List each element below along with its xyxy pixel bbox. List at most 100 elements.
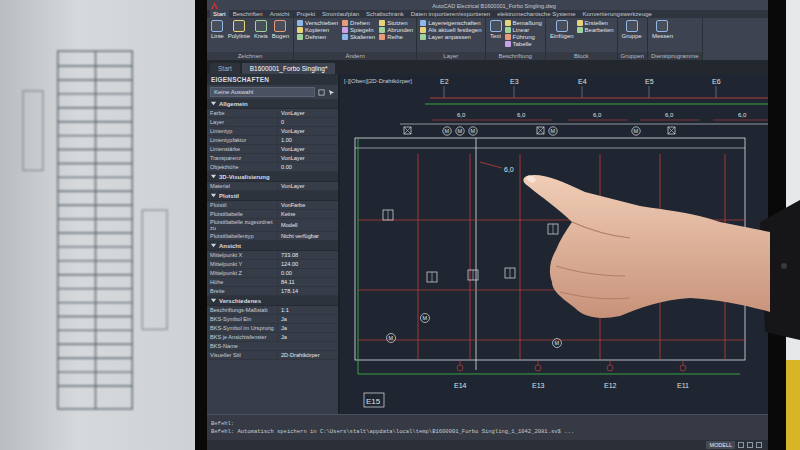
property-value[interactable]: 0.00 — [277, 270, 338, 276]
property-row[interactable]: BKS je AnsichtsfensterJa — [207, 333, 338, 342]
chevron-icon[interactable] — [210, 173, 217, 180]
property-row[interactable]: Layer0 — [207, 118, 338, 127]
panel-label[interactable]: Layer — [417, 52, 484, 60]
property-row[interactable]: Höhe84.11 — [207, 278, 338, 287]
property-row[interactable]: FarbeVonLayer — [207, 109, 338, 118]
ribbon-tool[interactable]: Kreis — [253, 20, 269, 39]
motor-symbol[interactable]: M — [387, 334, 396, 343]
ribbon-tool[interactable]: Stutzen — [379, 20, 413, 26]
property-value[interactable]: VonLayer — [277, 146, 338, 152]
document-tab[interactable]: B1600001_Forbo Singling* — [242, 63, 336, 74]
motor-symbol[interactable]: M — [421, 314, 430, 323]
ribbon-tab[interactable]: Daten importieren/exportieren — [408, 10, 493, 18]
viewport-label[interactable]: [-][Oben][2D-Drahtkörper] — [344, 78, 412, 84]
ribbon-tool[interactable]: Tabelle — [505, 41, 542, 47]
chevron-icon[interactable] — [210, 242, 217, 249]
ribbon-tool[interactable]: Bearbeiten — [577, 27, 614, 33]
ribbon-tool[interactable]: Abrunden — [379, 27, 413, 33]
section-header[interactable]: Ansicht — [207, 241, 338, 251]
ribbon-tool[interactable]: Bemaßung — [505, 20, 542, 26]
ribbon-tab[interactable]: Ansicht — [267, 10, 293, 18]
property-row[interactable]: LinientypVonLayer — [207, 127, 338, 136]
property-value[interactable]: 124.00 — [277, 261, 338, 267]
ribbon-tool[interactable]: Reihe — [379, 34, 413, 40]
ribbon-tool[interactable]: Gruppe — [621, 20, 643, 39]
chevron-icon[interactable] — [210, 100, 217, 107]
ribbon-tab[interactable]: Schaltschrank — [363, 10, 407, 18]
ribbon-tool[interactable]: Layer anpassen — [420, 34, 481, 40]
property-row[interactable]: BKS-Symbol im UrsprungJa — [207, 324, 338, 333]
panel-label[interactable]: Dienstprogramme — [648, 52, 702, 60]
ribbon-tool[interactable]: Bogen — [271, 20, 290, 39]
ribbon-tab[interactable]: Konvertierungswerkzeuge — [580, 10, 655, 18]
panel-label[interactable]: Ändern — [294, 52, 416, 60]
motor-symbol[interactable]: M — [456, 127, 464, 135]
chevron-icon[interactable] — [210, 192, 217, 199]
property-row[interactable]: Mittelpunkt X733.08 — [207, 251, 338, 260]
ribbon-tool[interactable]: Layereigenschaften — [420, 20, 481, 26]
ribbon-tool[interactable]: Führung — [505, 34, 542, 40]
ribbon-tool[interactable]: Einfügen — [549, 20, 575, 39]
property-row[interactable]: Mittelpunkt Z0.00 — [207, 269, 338, 278]
device-symbol[interactable] — [537, 127, 544, 134]
ribbon-tool[interactable]: Linear — [505, 27, 542, 33]
ribbon-tool[interactable]: Als aktuell festlegen — [420, 27, 481, 33]
ribbon-tool[interactable]: Drehen — [342, 20, 375, 26]
device-symbol[interactable] — [548, 224, 558, 234]
property-value[interactable]: 2D-Drahtkörper — [277, 352, 338, 358]
motor-symbol[interactable]: M — [549, 127, 557, 135]
property-value[interactable]: VonFarbe — [277, 202, 338, 208]
ribbon-tool[interactable]: Linie — [210, 20, 225, 39]
ribbon-tool[interactable]: Erstellen — [577, 20, 614, 26]
drawing-canvas[interactable]: [-][Oben][2D-Drahtkörper]E2E3E4E5E66,06,… — [340, 74, 768, 414]
property-row[interactable]: TransparenzVonLayer — [207, 154, 338, 163]
ribbon-tool[interactable]: Spiegeln — [342, 27, 375, 33]
app-logo-icon[interactable] — [211, 2, 218, 9]
ribbon-tab[interactable]: Stromlaufplan — [319, 10, 362, 18]
panel-label[interactable]: Beschriftung — [486, 52, 545, 60]
property-value[interactable]: VonLayer — [277, 128, 338, 134]
property-value[interactable]: Modell — [277, 222, 338, 228]
property-value[interactable]: 0 — [277, 119, 338, 125]
device-symbol[interactable] — [505, 268, 515, 278]
section-header[interactable]: Allgemein — [207, 99, 338, 109]
panel-label[interactable]: Zeichnen — [207, 52, 293, 60]
section-header[interactable]: Verschiedenes — [207, 296, 338, 306]
chevron-icon[interactable] — [210, 297, 217, 304]
property-value[interactable]: VonLayer — [277, 183, 338, 189]
property-row[interactable]: Breite178.14 — [207, 287, 338, 296]
property-value[interactable]: 1.00 — [277, 137, 338, 143]
property-value[interactable]: 0.00 — [277, 164, 338, 170]
property-row[interactable]: Beschriftungs-Maßstab1:1 — [207, 306, 338, 315]
property-row[interactable]: LinienstärkeVonLayer — [207, 145, 338, 154]
ribbon-tab[interactable]: elektromechanische Systeme — [494, 10, 578, 18]
property-value[interactable]: VonLayer — [277, 155, 338, 161]
property-value[interactable]: VonLayer — [277, 110, 338, 116]
ribbon-tab[interactable]: Start — [210, 10, 229, 18]
quick-select-icon[interactable] — [318, 89, 325, 96]
property-row[interactable]: BKS-Name — [207, 342, 338, 351]
motor-symbol[interactable]: M — [469, 127, 477, 135]
model-space[interactable]: [-][Oben][2D-Drahtkörper]E2E3E4E5E66,06,… — [340, 74, 768, 414]
motor-symbol[interactable]: M — [632, 127, 640, 135]
property-value[interactable]: Ja — [277, 334, 338, 340]
property-row[interactable]: Plotstiltabelle zugeordnet zuModell — [207, 219, 338, 232]
device-symbol[interactable] — [468, 270, 478, 280]
property-value[interactable]: 733.08 — [277, 252, 338, 258]
property-row[interactable]: Visueller Stil2D-Drahtkörper — [207, 351, 338, 360]
device-symbol[interactable] — [383, 210, 393, 220]
grid-toggle-icon[interactable] — [738, 442, 744, 448]
ribbon-tool[interactable]: Dehnen — [297, 34, 338, 40]
property-value[interactable]: 84.11 — [277, 279, 338, 285]
ribbon-tool[interactable]: Messen — [651, 20, 674, 39]
property-row[interactable]: MaterialVonLayer — [207, 182, 338, 191]
property-row[interactable]: Linientypfaktor1.00 — [207, 136, 338, 145]
property-row[interactable]: Mittelpunkt Y124.00 — [207, 260, 338, 269]
document-tab[interactable]: Start — [210, 63, 240, 74]
property-value[interactable]: Ja — [277, 325, 338, 331]
device-symbol[interactable] — [404, 127, 411, 134]
property-value[interactable]: Nicht verfügbar — [277, 233, 338, 239]
ribbon-tool[interactable]: Kopieren — [297, 27, 338, 33]
snap-toggle-icon[interactable] — [747, 442, 753, 448]
command-line[interactable]: Befehl:Befehl: Automatisch speichern in … — [207, 414, 768, 440]
